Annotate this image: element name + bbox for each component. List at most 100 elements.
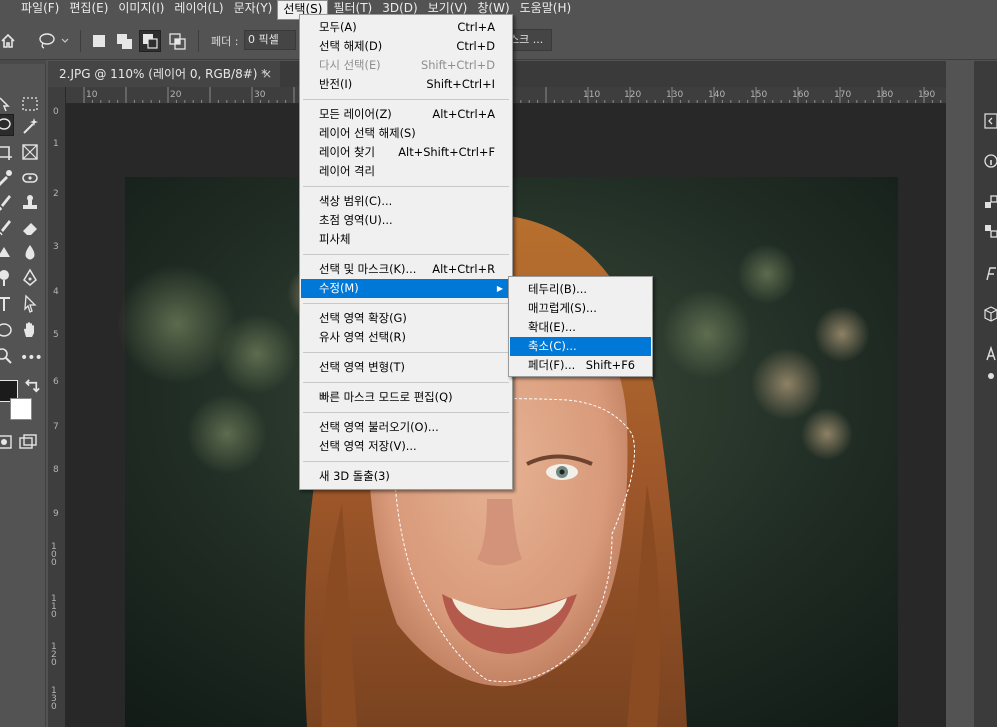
clone-stamp-icon[interactable] [20, 193, 40, 213]
menu-item-modify[interactable]: 수정(M) ▶ [301, 279, 511, 298]
intersect-selection-icon[interactable] [169, 33, 186, 50]
menu-separator [303, 412, 509, 413]
ruler-h-tick: 30 [254, 90, 266, 100]
home-icon[interactable] [0, 33, 16, 49]
feather-field[interactable]: 0 픽셀 [244, 30, 296, 50]
frame-tool-icon[interactable] [20, 142, 40, 162]
3d-icon[interactable] [984, 306, 997, 322]
info-icon[interactable] [984, 153, 997, 169]
menu-item-deselect-layers[interactable]: 레이어 선택 해제(S) [301, 124, 511, 143]
submenu-arrow-icon: ▶ [496, 284, 503, 293]
menu-item-select-all[interactable]: 모두(A) Ctrl+A [301, 18, 511, 37]
shapes-icon[interactable] [984, 194, 997, 210]
ruler-v-tick: 3 [53, 242, 59, 252]
menu-item-select-and-mask[interactable]: 선택 및 마스크(K)... Alt+Ctrl+R [301, 260, 511, 279]
eraser-icon[interactable] [20, 218, 40, 238]
styles-icon[interactable] [984, 223, 997, 239]
menu-item-find-layers[interactable]: 레이어 찾기 Alt+Shift+Ctrl+F [301, 143, 511, 162]
menu-item-isolate-layers[interactable]: 레이어 격리 [301, 162, 511, 181]
submenu-item-expand[interactable]: 확대(E)... [510, 318, 651, 337]
spot-healing-icon[interactable] [20, 168, 40, 188]
pen-tool-icon[interactable] [20, 268, 40, 288]
menu-separator [303, 99, 509, 100]
menu-image[interactable]: 이미지(I) [113, 0, 169, 20]
crop-tool-icon[interactable] [0, 142, 14, 162]
history-brush-icon[interactable] [0, 218, 14, 238]
new-selection-icon[interactable] [93, 35, 105, 47]
menu-item-all-layers[interactable]: 모든 레이어(Z) Alt+Ctrl+A [301, 105, 511, 124]
menu-item-new-3d-extrusion[interactable]: 새 3D 돌출(3) [301, 467, 511, 486]
menu-item-save-selection[interactable]: 선택 영역 저장(V)... [301, 437, 511, 456]
ruler-h-tick: 110 [583, 90, 601, 100]
menu-item-subject[interactable]: 피사체 [301, 230, 511, 249]
hand-tool-icon[interactable] [20, 320, 40, 340]
rectangle-tool-icon[interactable] [0, 320, 14, 340]
submenu-item-smooth[interactable]: 매끄럽게(S)... [510, 299, 651, 318]
lasso-tool-preset-icon[interactable] [38, 32, 70, 50]
ruler-v-tick: 1 2 0 [51, 642, 57, 668]
menu-file[interactable]: 파일(F) [16, 0, 64, 20]
document-tab[interactable]: 2.JPG @ 110% (레이어 0, RGB/8#) * × [48, 61, 280, 87]
gradient-tool-icon[interactable] [0, 243, 14, 263]
select-menu-dropdown: 모두(A) Ctrl+A 선택 해제(D) Ctrl+D 다시 선택(E) Shift… [299, 14, 513, 490]
menu-item-inverse[interactable]: 반전(I) Shift+Ctrl+I [301, 75, 511, 94]
feather-label: 페더 : [211, 35, 239, 48]
ruler-h-tick: 160 [792, 90, 810, 100]
tools-panel: ••• [0, 60, 46, 727]
path-selection-icon[interactable] [20, 294, 40, 314]
rectangular-marquee-icon[interactable] [20, 94, 40, 114]
menu-layer[interactable]: 레이어(L) [169, 0, 228, 20]
character-icon[interactable] [984, 266, 997, 282]
eyedropper-icon[interactable] [0, 168, 14, 188]
ruler-v-tick: 1 3 0 [51, 686, 57, 712]
submenu-item-contract[interactable]: 축소(C)... [510, 337, 651, 356]
swap-colors-icon[interactable] [22, 377, 42, 397]
submenu-item-border[interactable]: 테두리(B)... [510, 280, 651, 299]
brush-tool-icon[interactable] [0, 193, 14, 213]
quick-mask-icon[interactable] [0, 432, 14, 452]
menu-item-focus-area[interactable]: 초점 영역(U)... [301, 211, 511, 230]
type-tool-icon[interactable] [0, 294, 14, 314]
ruler-v-tick: 5 [53, 330, 59, 340]
menu-item-load-selection[interactable]: 선택 영역 불러오기(O)... [301, 418, 511, 437]
paragraph-icon[interactable] [984, 346, 997, 362]
lasso-tool-icon[interactable] [0, 114, 14, 136]
menu-separator [303, 254, 509, 255]
close-icon[interactable]: × [262, 61, 272, 87]
document-tab-title: 2.JPG @ 110% (레이어 0, RGB/8#) * [59, 67, 268, 81]
menu-item-color-range[interactable]: 색상 범위(C)... [301, 192, 511, 211]
blur-tool-icon[interactable] [20, 243, 40, 263]
menu-item-similar[interactable]: 유사 영역 선택(R) [301, 328, 511, 347]
dot-icon[interactable] [988, 373, 994, 379]
menu-item-deselect[interactable]: 선택 해제(D) Ctrl+D [301, 37, 511, 56]
dodge-tool-icon[interactable] [0, 268, 14, 288]
background-color-swatch[interactable] [10, 398, 32, 420]
move-tool-icon[interactable] [0, 94, 14, 114]
menu-separator [303, 382, 509, 383]
ruler-h-tick: 120 [624, 90, 642, 100]
add-to-selection-icon[interactable] [116, 33, 133, 50]
ruler-v-tick: 6 [53, 377, 59, 387]
ruler-h-tick: 150 [750, 90, 768, 100]
menu-item-transform-selection[interactable]: 선택 영역 변형(T) [301, 358, 511, 377]
menu-item-reselect[interactable]: 다시 선택(E) Shift+Ctrl+D [301, 56, 511, 75]
menu-edit[interactable]: 편집(E) [64, 0, 113, 20]
vertical-ruler[interactable]: 0 1 2 3 4 5 6 7 8 9 1 0 0 1 1 0 1 2 0 1 … [48, 87, 66, 727]
menu-separator [303, 352, 509, 353]
ruler-h-tick: 130 [666, 90, 684, 100]
ruler-v-tick: 1 1 0 [51, 594, 57, 620]
menu-help[interactable]: 도움말(H) [515, 0, 577, 20]
menu-item-grow[interactable]: 선택 영역 확장(G) [301, 309, 511, 328]
menu-type[interactable]: 문자(Y) [229, 0, 278, 20]
more-tools-icon[interactable]: ••• [20, 348, 43, 368]
magic-wand-icon[interactable] [20, 116, 40, 136]
submenu-item-feather[interactable]: 페더(F)... Shift+F6 [510, 356, 651, 375]
menu-item-quick-mask[interactable]: 빠른 마스크 모드로 편집(Q) [301, 388, 511, 407]
subtract-from-selection-icon[interactable] [139, 30, 161, 52]
collapse-panels-icon[interactable] [984, 113, 997, 129]
toolbar-grip[interactable] [0, 60, 46, 64]
screen-mode-icon[interactable] [18, 432, 38, 452]
menu-separator [303, 461, 509, 462]
ruler-h-tick: 10 [86, 90, 98, 100]
zoom-tool-icon[interactable] [0, 346, 14, 366]
